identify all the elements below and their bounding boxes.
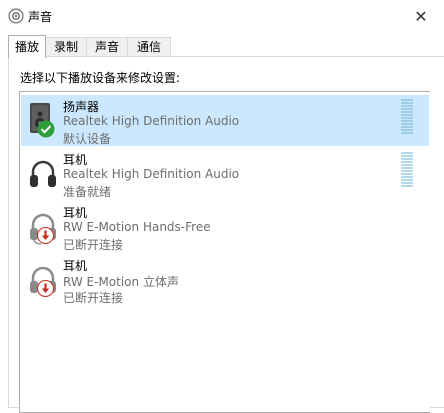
- window-title: 声音: [28, 10, 53, 24]
- device-description: Realtek High Definition Audio: [63, 167, 240, 181]
- close-button[interactable]: ✕: [398, 0, 444, 32]
- device-status: 准备就绪: [63, 185, 112, 199]
- volume-meter: [401, 99, 413, 135]
- instruction-text: 选择以下播放设备来修改设置:: [20, 71, 181, 85]
- sound-icon: [8, 8, 24, 24]
- tab-communications[interactable]: 通信: [127, 37, 171, 57]
- tab-recording[interactable]: 录制: [45, 37, 87, 57]
- device-description: Realtek High Definition Audio: [63, 114, 240, 128]
- tab-sounds[interactable]: 声音: [86, 37, 128, 57]
- device-name: 扬声器: [63, 100, 100, 114]
- disconnected-arrow-icon: [37, 227, 54, 244]
- device-description: RW E-Motion Hands-Free: [63, 220, 211, 234]
- close-icon: ✕: [414, 6, 428, 26]
- device-status: 已断开连接: [63, 238, 124, 252]
- device-description: RW E-Motion 立体声: [63, 275, 179, 289]
- device-name: 耳机: [63, 206, 88, 220]
- device-status: 已断开连接: [63, 291, 124, 305]
- tab-playback[interactable]: 播放: [8, 35, 46, 58]
- device-status: 默认设备: [63, 132, 112, 146]
- device-name: 耳机: [63, 259, 88, 273]
- volume-meter: [401, 152, 413, 188]
- device-name: 耳机: [63, 153, 88, 167]
- default-check-icon: [37, 120, 55, 138]
- headphones-icon: [30, 160, 56, 187]
- device-item-headphones[interactable]: 耳机 Realtek High Definition Audio 准备就绪: [21, 148, 429, 199]
- device-item-handsfree[interactable]: 耳机 RW E-Motion Hands-Free 已断开连接: [21, 201, 429, 252]
- device-item-stereo[interactable]: 耳机 RW E-Motion 立体声 已断开连接: [21, 254, 429, 305]
- device-list[interactable]: 扬声器 Realtek High Definition Audio 默认设备 耳…: [19, 91, 430, 413]
- title-bar: 声音 ✕: [0, 0, 444, 32]
- device-item-speakers[interactable]: 扬声器 Realtek High Definition Audio 默认设备: [21, 95, 429, 146]
- disconnected-arrow-icon: [37, 280, 54, 297]
